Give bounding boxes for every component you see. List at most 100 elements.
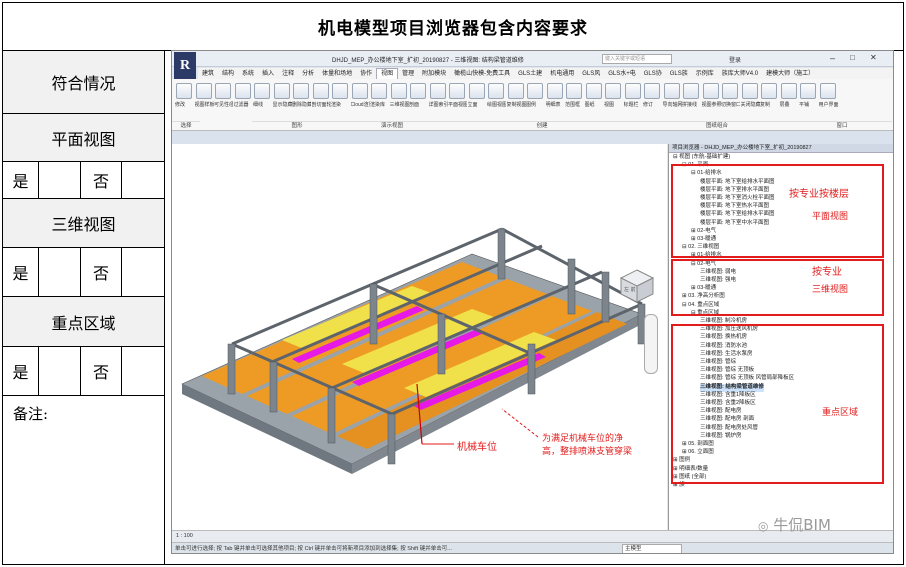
ribbon-tab[interactable]: 橄榄山快模-免费工具 [450, 69, 514, 79]
maximize-icon[interactable]: □ [850, 53, 855, 62]
ribbon-button-label: 渲染 [331, 102, 342, 108]
ribbon-tab[interactable]: GLS族 [666, 69, 692, 79]
floor-plan-annotation: 平面视图 [812, 212, 849, 222]
ribbon-button[interactable] [780, 83, 797, 99]
ribbon-button[interactable] [254, 83, 270, 99]
ribbon-tab[interactable]: 注释 [278, 69, 298, 79]
search-input[interactable]: 键入关键字或短语 [602, 54, 672, 64]
ribbon-tab[interactable]: GLS土建 [514, 69, 546, 79]
by-discipline-floor-label: 按专业按楼层 [789, 189, 849, 200]
ribbon-tab[interactable]: 附加模块 [418, 69, 450, 79]
ribbon-button[interactable] [293, 83, 309, 99]
ribbon-button[interactable] [488, 83, 504, 99]
ribbon-tab[interactable]: GLS协 [640, 69, 666, 79]
ribbon-button[interactable] [663, 83, 680, 99]
ribbon-button-label: 剖切面轮廓 [311, 102, 331, 108]
page-title: 机电模型项目浏览器包含内容要求 [3, 3, 903, 51]
no-checkbox-cell[interactable] [122, 347, 164, 395]
ribbon-button[interactable] [234, 83, 251, 99]
ribbon-button[interactable] [351, 83, 368, 99]
yes-label: 是 [3, 347, 39, 395]
ribbon-button[interactable] [644, 83, 660, 99]
title-bar: DHJD_MEP_办公楼地下室_扩初_20190827 - 三维视图: 结构梁管… [172, 51, 893, 67]
ribbon-button-label: 范围框 [565, 102, 581, 108]
ribbon-tab[interactable]: 示例库 [692, 69, 718, 79]
ribbon-button-label: 复制 [760, 102, 771, 108]
status-text: 单击可进行选择; 按 Tab 键并单击可选择其他项目; 按 Ctrl 键并单击可… [175, 546, 452, 552]
no-label: 否 [81, 162, 122, 198]
ribbon-button[interactable] [761, 83, 777, 99]
wechat-icon: ◎ [758, 519, 769, 533]
ribbon-button[interactable] [605, 83, 621, 99]
ribbon-button[interactable] [371, 83, 387, 99]
ribbon-button-label: 视图 [604, 102, 615, 108]
tree-item[interactable]: ⊟ 视图 (东航-基础扩建) [673, 154, 730, 162]
ribbon-group-label: 图纸组合 [642, 121, 792, 131]
ribbon-tab[interactable]: 建模大师（施工） [762, 69, 818, 79]
ribbon-tab[interactable]: 视图 [376, 68, 399, 79]
ribbon-button-label: 删除隐藏线 [292, 102, 311, 108]
ribbon-tab[interactable]: 体量和场地 [318, 69, 356, 79]
ribbon-button[interactable] [741, 83, 758, 99]
ribbon-button[interactable] [624, 83, 641, 99]
ribbon-button[interactable] [176, 83, 192, 99]
ribbon-tab[interactable]: 族库大师V4.0 [718, 69, 762, 79]
ribbon-button[interactable] [819, 83, 836, 99]
ribbon-button[interactable] [507, 83, 524, 99]
watermark: ◎ 牛侃BIM [758, 514, 831, 535]
ribbon-tab[interactable]: 插入 [258, 69, 278, 79]
ribbon-tab[interactable]: 结构 [218, 69, 238, 79]
ribbon-button-label: 渲染库 [370, 102, 386, 108]
ribbon-button[interactable] [215, 83, 231, 99]
ribbon-button[interactable] [566, 83, 582, 99]
ribbon-button[interactable] [312, 83, 329, 99]
key-area-yes-no: 是 否 [3, 347, 164, 396]
ribbon-tab[interactable]: 协作 [356, 69, 376, 79]
ribbon-button-label: 导向轴网 [662, 102, 682, 108]
ribbon-tab[interactable]: GLS水+电 [604, 69, 640, 79]
ribbon-tab[interactable]: 建筑 [198, 69, 218, 79]
ribbon-button[interactable] [468, 83, 485, 99]
yes-checkbox-cell[interactable] [39, 347, 81, 395]
scale-label[interactable]: 1 : 100 [176, 533, 193, 539]
no-label: 否 [81, 248, 122, 296]
ribbon-button[interactable] [800, 83, 816, 99]
view3d-label: 三维视图 [3, 199, 164, 248]
ribbon-button[interactable] [585, 83, 602, 99]
revit-logo-icon[interactable]: R [174, 52, 196, 80]
ribbon: 修改 视图样板可见性/图形过滤器细线 显示隐藏线删除隐藏线剖切面轮廓渲染 Cloud渲… [172, 79, 893, 131]
yes-checkbox-cell[interactable] [39, 248, 81, 296]
ribbon-button[interactable] [273, 83, 290, 99]
ribbon-button[interactable] [722, 83, 738, 99]
ribbon-button[interactable] [429, 83, 446, 99]
ribbon-button[interactable] [683, 83, 699, 99]
ribbon-tab[interactable]: 分析 [298, 69, 318, 79]
ribbon-button[interactable] [527, 83, 543, 99]
no-checkbox-cell[interactable] [122, 162, 164, 198]
ribbon-tab[interactable]: 系统 [238, 69, 258, 79]
minimize-icon[interactable]: – [830, 53, 835, 63]
ribbon-button[interactable] [546, 83, 563, 99]
ribbon-button[interactable] [449, 83, 465, 99]
revit-screenshot: DHJD_MEP_办公楼地下室_扩初_20190827 - 三维视图: 结构梁管… [171, 50, 894, 554]
ribbon-tab[interactable]: 管理 [398, 69, 418, 79]
ribbon-group-label: 创建 [442, 121, 642, 131]
annotation-arrows [422, 408, 539, 445]
ribbon-button[interactable] [410, 83, 426, 99]
ribbon-button-label: 详图索引 [428, 102, 448, 108]
ribbon-button[interactable] [332, 83, 348, 99]
ribbon-tab[interactable]: GLS风 [578, 69, 604, 79]
close-icon[interactable]: ✕ [870, 53, 877, 62]
ribbon-button-label: 平铺 [799, 102, 810, 108]
model-selector[interactable]: 主模型 [622, 544, 682, 553]
ribbon-button[interactable] [390, 83, 407, 99]
yes-checkbox-cell[interactable] [39, 162, 81, 198]
ribbon-button[interactable] [195, 83, 212, 99]
ribbon-tab[interactable]: 机电通用 [546, 69, 578, 79]
login-link[interactable]: 登录 [729, 55, 741, 64]
3d-view-canvas[interactable]: 左 前 机械车位 为满足机械车位的净 高，整排喷淋支管穿梁 [172, 144, 667, 530]
no-checkbox-cell[interactable] [122, 248, 164, 296]
ribbon-button[interactable] [702, 83, 719, 99]
ribbon-button-label: 修改 [175, 102, 186, 108]
ribbon-button-label: 复制视图 [506, 102, 526, 108]
